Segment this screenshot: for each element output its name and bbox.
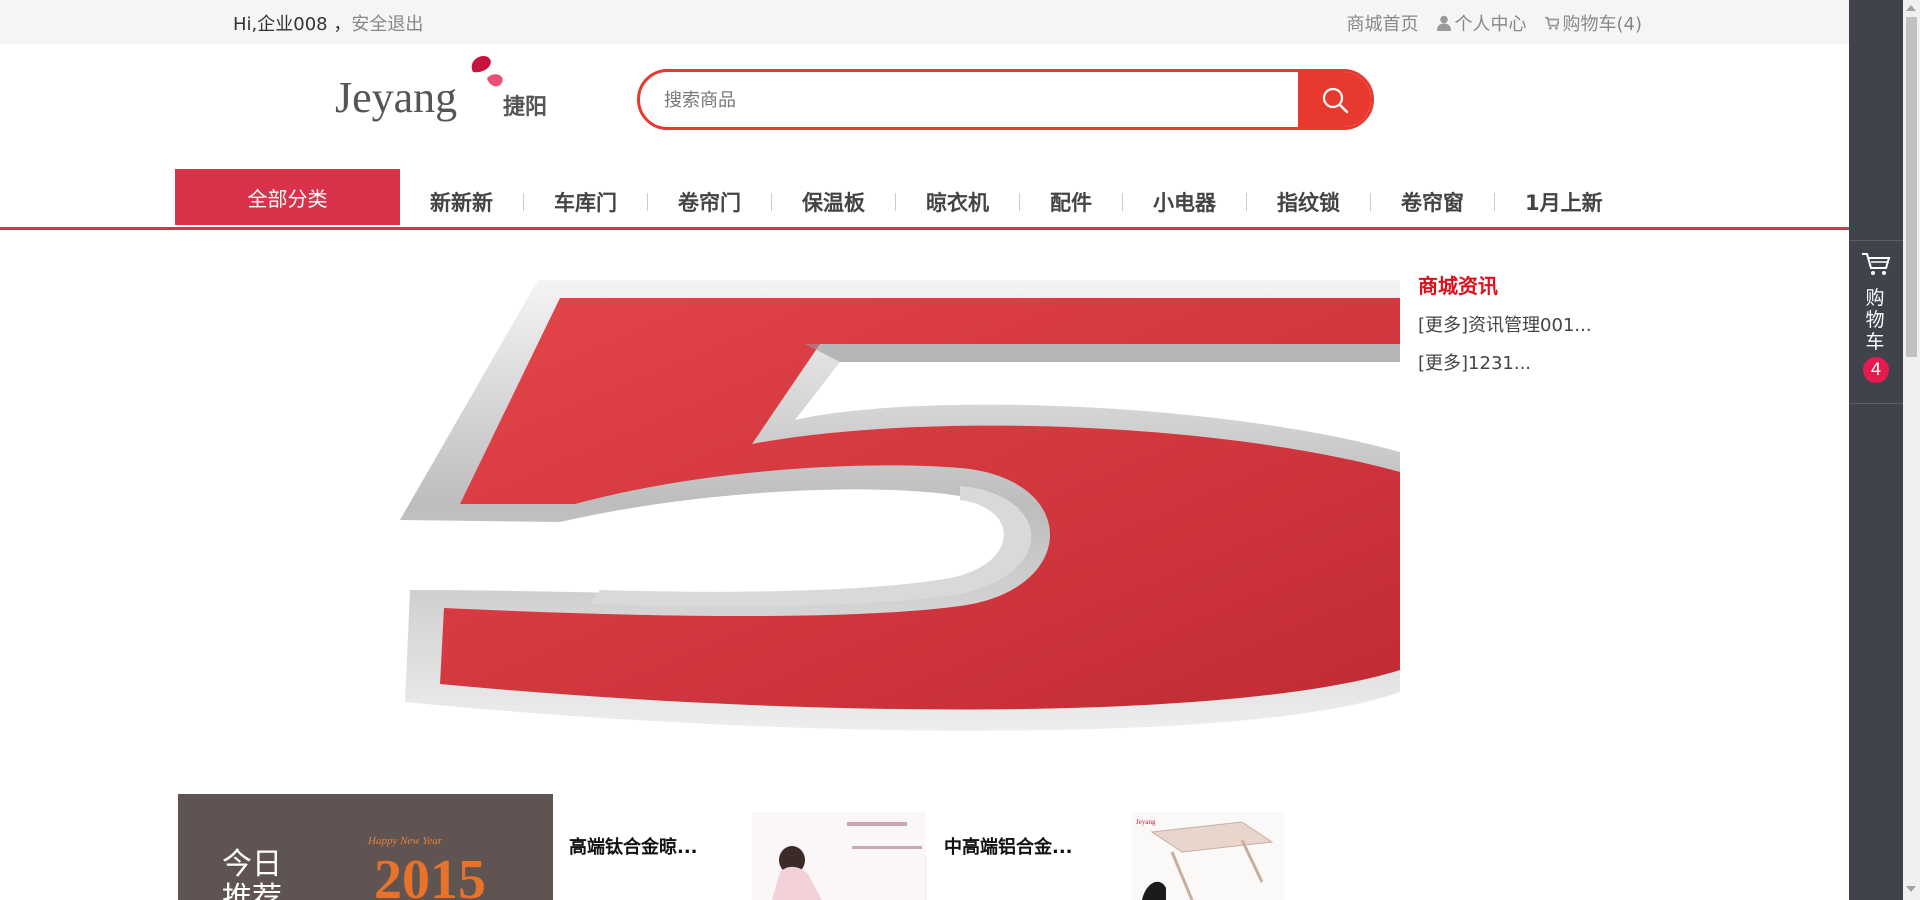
shopping-cart-icon bbox=[1862, 253, 1891, 275]
svg-text:2015: 2015 bbox=[374, 849, 486, 900]
product-photo-drying-rack bbox=[752, 812, 926, 900]
product-name[interactable]: 中高端铝合金... bbox=[944, 833, 1073, 859]
profile-link-label: 个人中心 bbox=[1454, 14, 1527, 35]
news-item[interactable]: [更多]1231... bbox=[1418, 349, 1598, 375]
nav-item[interactable]: 1月上新 bbox=[1495, 187, 1633, 217]
cart-link-label: 购物车(4) bbox=[1562, 14, 1643, 35]
user-greeting: Hi,企业008 ，安全退出 bbox=[233, 10, 423, 36]
product-image[interactable]: Jeyang bbox=[1132, 812, 1284, 900]
nav-items: 新新新 车库门 卷帘门 保温板 晾衣机 配件 小电器 指纹锁 卷帘窗 1月上新 bbox=[400, 187, 1633, 217]
all-categories-label: 全部分类 bbox=[247, 186, 328, 211]
greeting-text: Hi,企业008 ， bbox=[233, 14, 352, 35]
top-links: 商城首页 个人中心 购物车(4) bbox=[1347, 10, 1643, 36]
nav-item[interactable]: 卷帘门 bbox=[648, 187, 771, 217]
search-box bbox=[637, 69, 1374, 130]
home-link-label: 商城首页 bbox=[1346, 14, 1419, 35]
scroll-down-arrow-icon[interactable] bbox=[1906, 886, 1916, 892]
nav-item[interactable]: 指纹锁 bbox=[1247, 187, 1370, 217]
site-logo[interactable]: Jeyang 捷阳 bbox=[335, 52, 565, 124]
news-item[interactable]: [更多]资讯管理001... bbox=[1418, 311, 1598, 337]
page-scrollbar[interactable] bbox=[1903, 0, 1920, 900]
product-image[interactable] bbox=[752, 812, 926, 900]
scroll-up-arrow-icon[interactable] bbox=[1906, 5, 1916, 11]
today-recommend-label: 今日推荐 bbox=[222, 847, 282, 900]
news-title: 商城资讯 bbox=[1418, 274, 1498, 298]
logo-en-text: Jeyang bbox=[335, 73, 457, 122]
category-nav: 全部分类 新新新 车库门 卷帘门 保温板 晾衣机 配件 小电器 指纹锁 卷帘窗 … bbox=[0, 168, 1849, 230]
news-panel: 商城资讯 [更多]资讯管理001... [更多]1231... bbox=[1418, 270, 1598, 375]
logout-link[interactable]: 安全退出 bbox=[351, 14, 423, 35]
nav-item[interactable]: 晾衣机 bbox=[896, 187, 1019, 217]
banner-image bbox=[400, 280, 1400, 731]
nav-item[interactable]: 小电器 bbox=[1123, 187, 1246, 217]
nav-item[interactable]: 新新新 bbox=[400, 187, 523, 217]
nav-item[interactable]: 车库门 bbox=[524, 187, 647, 217]
nav-item[interactable]: 保温板 bbox=[772, 187, 895, 217]
sidebar-cart-label: 购物车 bbox=[1865, 287, 1885, 353]
search-button[interactable] bbox=[1298, 72, 1371, 127]
today-recommend-banner[interactable]: Happy New Year 2015 今日推荐 bbox=[178, 794, 553, 900]
svg-text:Jeyang: Jeyang bbox=[1136, 818, 1156, 826]
nav-item[interactable]: 卷帘窗 bbox=[1371, 187, 1494, 217]
product-name[interactable]: 高端钛合金晾... bbox=[569, 833, 698, 859]
logo-cn-text: 捷阳 bbox=[503, 95, 547, 120]
search-input[interactable] bbox=[662, 72, 1266, 127]
search-icon bbox=[1322, 87, 1348, 113]
cart-icon bbox=[1544, 16, 1559, 30]
product-photo-drying-rack: Jeyang bbox=[1132, 812, 1284, 900]
svg-text:Happy New Year: Happy New Year bbox=[367, 835, 443, 847]
top-bar: Hi,企业008 ，安全退出 商城首页 个人中心 购物车(4) bbox=[0, 0, 1849, 44]
user-icon bbox=[1436, 15, 1451, 31]
sidebar-cart-button[interactable]: 购物车 4 bbox=[1849, 240, 1903, 404]
nav-item[interactable]: 配件 bbox=[1020, 187, 1122, 217]
jeyang-logo: Jeyang 捷阳 bbox=[335, 55, 547, 122]
banner-carousel[interactable] bbox=[400, 272, 1400, 738]
cart-count-badge: 4 bbox=[1863, 357, 1889, 383]
right-sidebar: 购物车 4 bbox=[1849, 0, 1903, 900]
profile-link[interactable]: 个人中心 bbox=[1436, 10, 1527, 36]
home-link[interactable]: 商城首页 bbox=[1347, 10, 1419, 36]
cart-link[interactable]: 购物车(4) bbox=[1544, 10, 1643, 36]
all-categories-button[interactable]: 全部分类 bbox=[175, 169, 400, 225]
scrollbar-thumb[interactable] bbox=[1906, 17, 1917, 357]
